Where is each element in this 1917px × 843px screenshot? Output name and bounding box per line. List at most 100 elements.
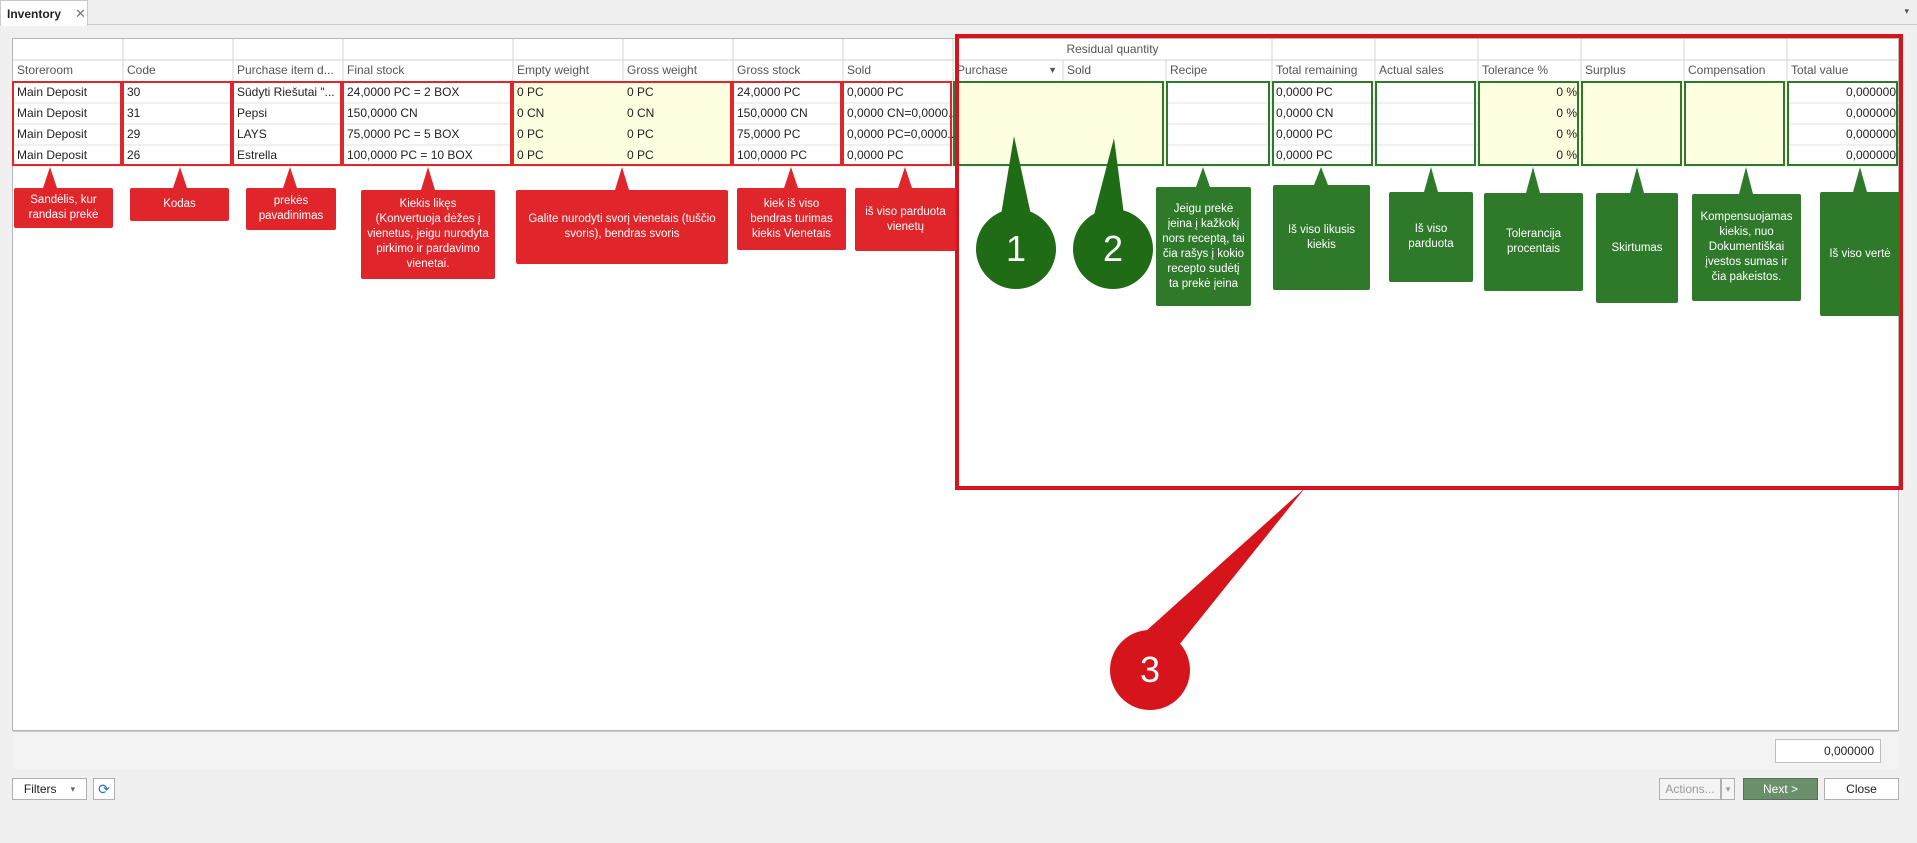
table-cell[interactable] — [1063, 145, 1166, 166]
table-cell[interactable]: Main Deposit — [13, 82, 123, 103]
table-cell[interactable]: 0,0000 PC — [843, 145, 953, 166]
table-cell[interactable]: 0 PC — [513, 82, 623, 103]
column-header[interactable]: Sold — [1063, 60, 1166, 81]
table-cell[interactable]: 0,0000 PC — [843, 82, 953, 103]
table-cell[interactable]: 75,0000 PC = 5 BOX — [343, 124, 513, 145]
table-cell[interactable]: 150,0000 CN — [733, 103, 843, 124]
marker-1: 1 — [976, 209, 1056, 289]
table-cell[interactable] — [1684, 103, 1787, 124]
purchase-dropdown-icon[interactable]: ▼ — [1048, 60, 1057, 80]
table-cell[interactable]: 30 — [123, 82, 233, 103]
table-cell[interactable]: 0,0000 CN — [1272, 103, 1375, 124]
column-header[interactable]: Tolerance % — [1478, 60, 1581, 81]
table-cell[interactable] — [1375, 145, 1478, 166]
table-cell[interactable]: 0 PC — [623, 145, 733, 166]
column-header[interactable]: Surplus — [1581, 60, 1684, 81]
column-header[interactable]: Actual sales — [1375, 60, 1478, 81]
table-cell[interactable]: 0,000000 — [1787, 145, 1900, 166]
column-header[interactable]: Code — [123, 60, 233, 81]
table-cell[interactable]: 0,000000 — [1787, 124, 1900, 145]
table-cell[interactable]: 24,0000 PC — [733, 82, 843, 103]
column-header[interactable]: Final stock — [343, 60, 513, 81]
column-header[interactable]: Recipe — [1166, 60, 1272, 81]
actions-chevron-icon[interactable]: ▾ — [1721, 778, 1735, 800]
table-cell[interactable]: 0 % — [1478, 145, 1581, 166]
table-cell[interactable]: 0 CN — [623, 103, 733, 124]
filters-button[interactable]: Filters ▾ — [12, 778, 87, 800]
table-cell[interactable]: Main Deposit — [13, 145, 123, 166]
table-cell[interactable] — [1375, 124, 1478, 145]
column-header[interactable]: Empty weight — [513, 60, 623, 81]
column-header[interactable]: Purchase item d... — [233, 60, 343, 81]
table-cell[interactable] — [1063, 82, 1166, 103]
table-cell[interactable] — [1684, 82, 1787, 103]
table-cell[interactable]: LAYS — [233, 124, 343, 145]
actions-button[interactable]: Actions... — [1659, 778, 1721, 800]
table-cell[interactable] — [1684, 145, 1787, 166]
table-cell[interactable]: 0,0000 PC — [1272, 124, 1375, 145]
table-cell[interactable]: 0,0000 CN=0,0000... — [843, 103, 953, 124]
table-cell[interactable]: 0 % — [1478, 103, 1581, 124]
table-cell[interactable]: 0 CN — [513, 103, 623, 124]
table-cell[interactable]: 0,0000 PC=0,0000... — [843, 124, 953, 145]
column-header[interactable]: Purchase ▼ — [953, 60, 1063, 81]
table-cell[interactable] — [1166, 82, 1272, 103]
column-header[interactable]: Gross stock — [733, 60, 843, 81]
tab-inventory[interactable]: Inventory ✕ — [0, 0, 88, 26]
table-cell[interactable]: 29 — [123, 124, 233, 145]
table-cell[interactable]: Main Deposit — [13, 124, 123, 145]
table-cell[interactable] — [953, 103, 1063, 124]
table-cell[interactable] — [953, 145, 1063, 166]
note-code: Kodas — [130, 188, 229, 221]
table-cell[interactable]: 75,0000 PC — [733, 124, 843, 145]
table-cell[interactable]: 0,0000 PC — [1272, 145, 1375, 166]
note-weights: Galite nurodyti svorį vienetais (tuščio … — [516, 190, 728, 264]
table-cell[interactable]: 0 PC — [513, 145, 623, 166]
table-cell[interactable] — [1581, 103, 1684, 124]
table-cell[interactable]: Estrella — [233, 145, 343, 166]
table-cell[interactable] — [1581, 124, 1684, 145]
column-header[interactable]: Storeroom — [13, 60, 123, 81]
table-cell[interactable] — [1375, 82, 1478, 103]
table-cell[interactable] — [1581, 82, 1684, 103]
table-cell[interactable]: 150,0000 CN — [343, 103, 513, 124]
grid-footer — [13, 731, 1898, 769]
table-cell[interactable]: 100,0000 PC — [733, 145, 843, 166]
table-cell[interactable]: 0,000000 — [1787, 103, 1900, 124]
table-cell[interactable]: 0 % — [1478, 82, 1581, 103]
table-cell[interactable] — [1166, 145, 1272, 166]
table-cell[interactable]: 0 % — [1478, 124, 1581, 145]
table-cell[interactable] — [1063, 103, 1166, 124]
table-cell[interactable] — [1581, 145, 1684, 166]
table-cell[interactable]: 0,000000 — [1787, 82, 1900, 103]
table-cell[interactable]: Pepsi — [233, 103, 343, 124]
close-button[interactable]: Close — [1824, 778, 1899, 800]
table-cell[interactable]: 26 — [123, 145, 233, 166]
column-header[interactable]: Total value — [1787, 60, 1900, 81]
table-cell[interactable] — [1063, 124, 1166, 145]
table-cell[interactable]: Sūdyti Riešutai "... — [233, 82, 343, 103]
table-cell[interactable] — [953, 82, 1063, 103]
tab-bar: Inventory ✕ ▾ — [0, 0, 1917, 26]
refresh-icon[interactable]: ⟳ — [93, 778, 115, 800]
table-cell[interactable]: 0 PC — [623, 124, 733, 145]
table-cell[interactable]: 31 — [123, 103, 233, 124]
tab-menu-icon[interactable]: ▾ — [1904, 6, 1909, 17]
table-cell[interactable]: 0 PC — [623, 82, 733, 103]
table-cell[interactable]: 24,0000 PC = 2 BOX — [343, 82, 513, 103]
close-tab-icon[interactable]: ✕ — [75, 7, 86, 20]
column-header[interactable]: Gross weight — [623, 60, 733, 81]
table-cell[interactable]: 100,0000 PC = 10 BOX — [343, 145, 513, 166]
table-cell[interactable]: 0 PC — [513, 124, 623, 145]
table-cell[interactable]: 0,0000 PC — [1272, 82, 1375, 103]
table-cell[interactable] — [1684, 124, 1787, 145]
table-cell[interactable]: Main Deposit — [13, 103, 123, 124]
column-header[interactable]: Sold — [843, 60, 953, 81]
column-header[interactable]: Compensation — [1684, 60, 1787, 81]
column-header[interactable]: Total remaining — [1272, 60, 1375, 81]
table-cell[interactable] — [1166, 103, 1272, 124]
table-cell[interactable] — [953, 124, 1063, 145]
table-cell[interactable] — [1166, 124, 1272, 145]
table-cell[interactable] — [1375, 103, 1478, 124]
next-button[interactable]: Next > — [1743, 778, 1818, 800]
